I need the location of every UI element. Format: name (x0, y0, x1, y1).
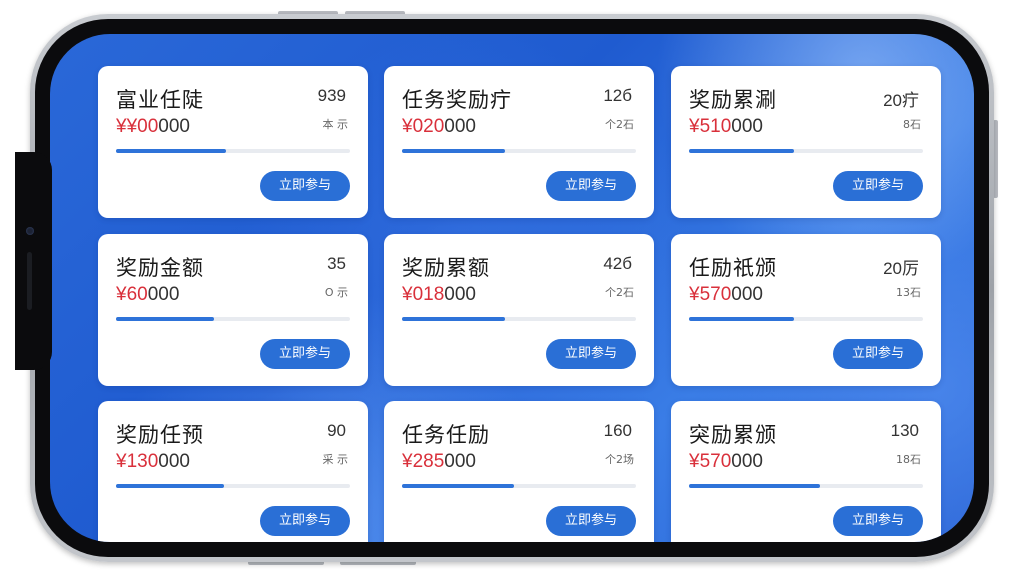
amount-prefix: ¥510 (689, 116, 732, 137)
card-count-label: 18石 (896, 453, 921, 466)
amount-prefix: ¥285 (402, 451, 445, 472)
card-amount: ¥570000 (689, 284, 763, 306)
amount-suffix: 000 (444, 451, 476, 472)
progress-fill (689, 149, 795, 153)
phone-frame: 富业任陡 ¥¥00000 939 本 示 立即参与 任务奖励疔 ¥020000 … (30, 14, 994, 562)
card-title: 任务任励 (402, 423, 490, 447)
progress-bar (402, 317, 636, 321)
amount-suffix: 000 (444, 284, 476, 305)
card-count: 160 (603, 421, 632, 440)
card-amount: ¥570000 (689, 451, 763, 473)
amount-prefix: ¥570 (689, 451, 732, 472)
card-count: 35 (327, 254, 346, 273)
speaker-grille (27, 252, 32, 310)
progress-fill (402, 149, 505, 153)
card-title: 奖励累额 (402, 256, 490, 280)
join-button[interactable]: 立即参与 (833, 506, 923, 536)
card-count-label: 个2石 (605, 286, 634, 299)
progress-bar (402, 149, 636, 153)
amount-suffix: 000 (444, 116, 476, 137)
card-count-label: 个2场 (605, 453, 634, 466)
card-count-label: 13石 (896, 286, 921, 299)
card-amount: ¥60000 (116, 284, 179, 306)
card-title: 奖励金额 (116, 256, 204, 280)
progress-bar (689, 317, 923, 321)
amount-prefix: ¥60 (116, 284, 148, 305)
card-amount: ¥130000 (116, 451, 190, 473)
join-button[interactable]: 立即参与 (546, 339, 636, 369)
card-count: 12б (603, 86, 632, 105)
task-card: 任励祇颁 ¥570000 20厉 13石 立即参与 (671, 234, 941, 386)
card-count: 42б (603, 254, 632, 273)
progress-fill (402, 317, 505, 321)
task-card: 奖励累额 ¥018000 42б 个2石 立即参与 (384, 234, 654, 386)
card-amount: ¥020000 (402, 116, 476, 138)
card-title: 突励累颁 (689, 423, 777, 447)
task-card: 奖励累涮 ¥510000 20疔 8石 立即参与 (671, 66, 941, 218)
card-count-label: 本 示 (322, 118, 349, 131)
progress-bar (689, 149, 923, 153)
progress-fill (402, 484, 515, 488)
card-title: 奖励任预 (116, 423, 204, 447)
card-title: 富业任陡 (116, 88, 204, 112)
card-count: 20疔 (883, 91, 919, 110)
join-button[interactable]: 立即参与 (833, 339, 923, 369)
task-card: 奖励任预 ¥130000 90 采 示 立即参与 (98, 401, 368, 542)
card-amount: ¥285000 (402, 451, 476, 473)
amount-suffix: 000 (731, 284, 763, 305)
card-count-label: 个2石 (605, 118, 634, 131)
card-title: 任励祇颁 (689, 256, 777, 280)
amount-prefix: ¥130 (116, 451, 159, 472)
card-amount: ¥018000 (402, 284, 476, 306)
stage: 富业任陡 ¥¥00000 939 本 示 立即参与 任务奖励疔 ¥020000 … (0, 0, 1024, 576)
progress-bar (116, 149, 350, 153)
progress-fill (116, 484, 224, 488)
camera-icon (26, 227, 34, 235)
amount-suffix: 000 (147, 284, 180, 305)
progress-bar (689, 484, 923, 488)
task-card: 任务奖励疔 ¥020000 12б 个2石 立即参与 (384, 66, 654, 218)
card-count-label: O 示 (324, 286, 348, 299)
task-card: 奖励金额 ¥60000 35 O 示 立即参与 (98, 234, 368, 386)
card-count: 939 (317, 86, 346, 105)
phone-screen: 富业任陡 ¥¥00000 939 本 示 立即参与 任务奖励疔 ¥020000 … (50, 34, 974, 542)
amount-prefix: ¥¥00 (116, 116, 159, 137)
amount-suffix: 000 (158, 451, 190, 472)
progress-fill (116, 317, 215, 321)
amount-prefix: ¥570 (689, 284, 732, 305)
amount-suffix: 000 (731, 116, 763, 137)
card-count: 90 (327, 421, 346, 440)
task-card: 突励累颁 ¥570000 130 18石 立即参与 (671, 401, 941, 542)
card-amount: ¥¥00000 (116, 116, 190, 138)
join-button[interactable]: 立即参与 (260, 339, 350, 369)
amount-prefix: ¥018 (402, 284, 445, 305)
card-count-label: 采 示 (322, 453, 349, 466)
join-button[interactable]: 立即参与 (546, 171, 636, 201)
join-button[interactable]: 立即参与 (833, 171, 923, 201)
join-button[interactable]: 立即参与 (260, 506, 350, 536)
join-button[interactable]: 立即参与 (260, 171, 350, 201)
task-card: 富业任陡 ¥¥00000 939 本 示 立即参与 (98, 66, 368, 218)
card-count: 130 (890, 421, 919, 440)
progress-bar (116, 484, 350, 488)
phone-bezel: 富业任陡 ¥¥00000 939 本 示 立即参与 任务奖励疔 ¥020000 … (35, 19, 989, 557)
amount-prefix: ¥020 (402, 116, 445, 137)
card-count-label: 8石 (903, 118, 921, 131)
card-title: 奖励累涮 (689, 88, 777, 112)
card-amount: ¥510000 (689, 116, 763, 138)
amount-suffix: 000 (731, 451, 763, 472)
progress-fill (689, 317, 795, 321)
join-button[interactable]: 立即参与 (546, 506, 636, 536)
progress-fill (116, 149, 226, 153)
task-card: 任务任励 ¥285000 160 个2场 立即参与 (384, 401, 654, 542)
progress-bar (402, 484, 636, 488)
phone-notch (15, 152, 52, 370)
amount-suffix: 000 (158, 116, 190, 137)
progress-fill (689, 484, 821, 488)
card-title: 任务奖励疔 (402, 88, 512, 112)
progress-bar (116, 317, 350, 321)
card-count: 20厉 (883, 259, 919, 278)
